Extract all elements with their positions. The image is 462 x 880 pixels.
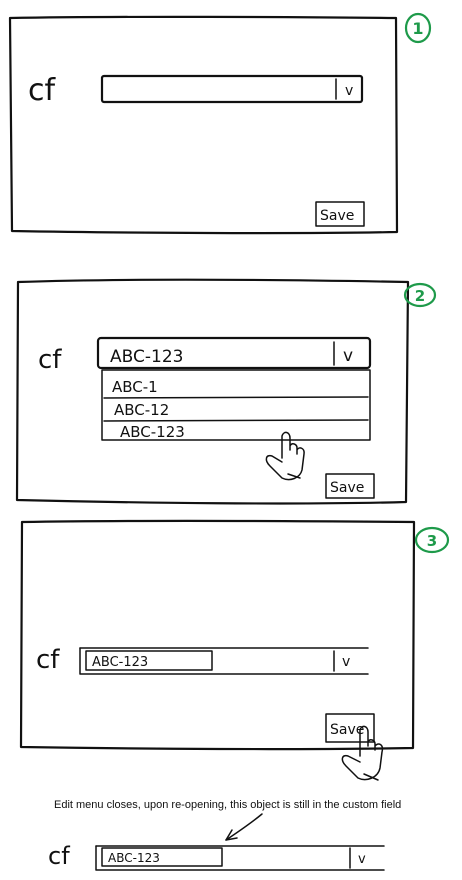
step-3-field-label: cf <box>36 645 60 675</box>
step-3-chevron-down-icon: v <box>342 654 350 670</box>
final-selected-value: ABC-123 <box>108 851 160 865</box>
step-1-dropdown[interactable]: v <box>100 74 364 104</box>
step-2-panel: 2 cf ABC-123 v ABC-1 ABC-12 ABC-123 Save <box>15 278 437 505</box>
note-text: Edit menu closes, upon re-opening, this … <box>54 799 401 811</box>
step-3-number-marker: 3 <box>414 526 450 554</box>
final-chevron-down-icon: v <box>358 852 366 867</box>
step-2-field-label: cf <box>38 345 62 375</box>
step-2-dropdown[interactable]: ABC-123 v <box>96 336 372 370</box>
final-field-label: cf <box>48 842 70 870</box>
final-dropdown[interactable]: ABC-123 v <box>95 845 385 871</box>
step-1-panel: 1 cf v Save <box>8 12 432 235</box>
svg-text:Save: Save <box>330 480 364 496</box>
step-2-save-button[interactable]: Save <box>325 473 375 499</box>
step-3-dropdown[interactable]: ABC-123 v <box>79 647 369 675</box>
svg-text:3: 3 <box>427 532 437 550</box>
step-2-option-2[interactable]: ABC-12 <box>103 401 369 422</box>
svg-text:2: 2 <box>415 287 425 305</box>
step-1-chevron-down-icon: v <box>345 83 353 99</box>
svg-text:1: 1 <box>412 19 423 38</box>
step-1-number-marker: 1 <box>404 12 432 44</box>
step-2-option-3[interactable]: ABC-123 <box>120 423 185 441</box>
step-2-selected-value: ABC-123 <box>110 347 183 367</box>
svg-text:Save: Save <box>330 722 364 738</box>
step-3-selected-value: ABC-123 <box>92 655 148 670</box>
svg-text:ABC-1: ABC-1 <box>112 378 158 396</box>
svg-text:Save: Save <box>320 208 354 224</box>
step-2-option-1[interactable]: ABC-1 <box>103 378 369 399</box>
step-3-panel: 3 cf ABC-123 v Save <box>19 519 450 781</box>
step-1-field-label: cf <box>28 73 56 108</box>
svg-text:ABC-12: ABC-12 <box>114 401 169 419</box>
step-2-number-marker: 2 <box>403 282 437 308</box>
svg-text:ABC-123: ABC-123 <box>120 423 185 441</box>
step-2-option-list: ABC-1 ABC-12 ABC-123 <box>101 369 371 441</box>
step-1-save-button[interactable]: Save <box>315 201 365 227</box>
note-arrow <box>225 813 263 841</box>
step-2-chevron-down-icon: v <box>343 346 353 366</box>
